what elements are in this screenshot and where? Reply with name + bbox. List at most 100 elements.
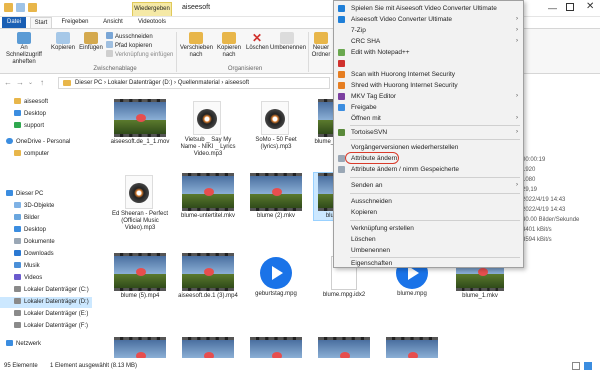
submenu-arrow-icon: ›	[516, 93, 518, 99]
menu-item-7zip[interactable]: 7-Zip ›	[334, 25, 523, 36]
menu-item-cut[interactable]: Ausschneiden	[334, 196, 523, 207]
tab-freigeben[interactable]: Freigeben	[58, 17, 92, 28]
nav-item-drive-e[interactable]: Lokaler Datenträger (E:)	[0, 309, 92, 320]
aiseesoft-icon	[338, 5, 345, 12]
forward-arrow-icon[interactable]: →	[16, 78, 24, 88]
nav-item-videos[interactable]: Videos	[0, 273, 92, 284]
menu-item-change-attributes-saved[interactable]: Attribute ändern / nimm Gespeicherte	[334, 164, 523, 175]
nav-item-desktop-pc[interactable]: Desktop	[0, 225, 92, 236]
menu-item-properties[interactable]: Eigenschaften	[334, 258, 523, 269]
nav-item-netzwerk[interactable]: Netzwerk	[0, 339, 92, 350]
rename-button[interactable]: Umbenennen	[270, 32, 306, 52]
detail-bitrate: 3401 kBit/s	[522, 227, 552, 233]
paste-button[interactable]: Einfügen	[78, 32, 104, 52]
back-arrow-icon[interactable]: ←	[4, 78, 12, 88]
selection-info: 1 Element ausgewählt (8.13 MB)	[50, 363, 138, 369]
download-icon	[14, 250, 21, 256]
copy-path-label: Pfad kopieren	[115, 43, 153, 49]
file-tile[interactable]	[246, 337, 306, 358]
new-folder-button[interactable]: Neuer Ordner	[310, 32, 332, 59]
video-thumbnail	[386, 337, 438, 358]
new-folder-icon[interactable]	[28, 3, 37, 12]
file-tile[interactable]	[382, 337, 442, 358]
nav-item-3d-objekte[interactable]: 3D-Objekte	[0, 201, 92, 212]
nav-item-aiseesoft[interactable]: aiseesoft	[0, 97, 92, 108]
menu-item-tortoisesvn[interactable]: TortoiseSVN ›	[334, 127, 523, 138]
copy-to-button[interactable]: Kopieren nach	[214, 32, 244, 59]
nav-item-drive-f[interactable]: Lokaler Datenträger (F:)	[0, 321, 92, 332]
file-tile[interactable]: aiseesoft.de_1_1.mov	[110, 99, 170, 146]
nav-item-bilder[interactable]: Bilder	[0, 213, 92, 224]
video-thumbnail	[182, 337, 234, 358]
file-tile[interactable]: blume (2).mkv	[246, 173, 306, 220]
minimize-icon[interactable]: —	[548, 3, 557, 13]
file-tile[interactable]: SoMo - 50 Feet (lyrics).mp3	[246, 99, 306, 151]
nav-item-onedrive[interactable]: OneDrive - Personal	[0, 137, 92, 148]
file-tile[interactable]	[178, 337, 238, 358]
menu-item-notepad[interactable]: Edit with Notepad++	[334, 47, 523, 58]
menu-item-copy[interactable]: Kopieren	[334, 207, 523, 218]
menu-item-mkv-tag-editor[interactable]: MKV Tag Editor ›	[334, 91, 523, 102]
file-name: blume_1.mkv	[462, 293, 498, 299]
nav-item-drive-c[interactable]: Lokaler Datenträger (C:)	[0, 285, 92, 296]
large-icons-view-icon[interactable]	[584, 362, 592, 370]
file-tile[interactable]: aiseesoft.de.1 (3).mp4	[178, 253, 238, 300]
tab-ansicht[interactable]: Ansicht	[98, 17, 128, 28]
delete-x-icon: ✕	[251, 31, 263, 45]
nav-item-computer[interactable]: computer	[0, 149, 92, 160]
menu-item-blurred[interactable]	[334, 58, 523, 69]
menu-item-crc-sha[interactable]: CRC SHA ›	[334, 36, 523, 47]
nav-item-dieser-pc[interactable]: Dieser PC	[0, 189, 92, 200]
file-tile[interactable]: blume-untertitel.mkv	[178, 173, 238, 220]
menu-item-freigabe[interactable]: Freigabe	[334, 102, 523, 113]
tab-videotools[interactable]: Videotools	[134, 17, 170, 28]
pc-icon	[6, 190, 13, 196]
details-view-icon[interactable]	[572, 362, 580, 370]
tab-start[interactable]: Start	[30, 17, 52, 28]
copy-label: Kopieren	[50, 45, 76, 51]
move-to-button[interactable]: Verschieben nach	[180, 32, 213, 59]
menu-item-play-aiseesoft[interactable]: Spielen Sie mit Aiseesoft Video Converte…	[334, 3, 523, 14]
file-tile[interactable]	[110, 337, 170, 358]
file-tile[interactable]: Vietsub _ Say My Name - NIKI _ Lyrics Vi…	[178, 99, 238, 158]
pin-quick-access-button[interactable]: An Schnellzugriff anheften	[2, 32, 46, 66]
nav-item-drive-d[interactable]: Lokaler Datenträger (D:)	[0, 297, 92, 308]
file-name: Ed Sheeran - Perfect (Official Music Vid…	[111, 211, 169, 231]
file-tile[interactable]: blume (5).mp4	[110, 253, 170, 300]
nav-item-dokumente[interactable]: Dokumente	[0, 237, 92, 248]
menu-item-shred-huorong[interactable]: Shred with Huorong Internet Security	[334, 80, 523, 91]
file-tile[interactable]: geburtstag.mpg	[246, 253, 306, 298]
menu-item-delete[interactable]: Löschen	[334, 234, 523, 245]
video-icon	[14, 274, 21, 280]
menu-item-create-shortcut[interactable]: Verknüpfung erstellen	[334, 223, 523, 234]
video-thumbnail	[114, 253, 166, 291]
menu-item-rename[interactable]: Umbenennen	[334, 245, 523, 256]
submenu-arrow-icon: ›	[516, 182, 518, 188]
nav-item-musik[interactable]: Musik	[0, 261, 92, 272]
nav-item-desktop[interactable]: Desktop	[0, 109, 92, 120]
menu-item-scan-huorong[interactable]: Scan with Huorong Internet Security	[334, 69, 523, 80]
file-tile[interactable]	[314, 337, 374, 358]
drive-icon	[14, 322, 21, 328]
address-input[interactable]: Dieser PC › Lokaler Datenträger (D:) › Q…	[58, 77, 330, 89]
copy-button[interactable]: Kopieren	[50, 32, 76, 52]
nav-item-support[interactable]: support	[0, 121, 92, 132]
menu-item-aiseesoft-converter[interactable]: Aiseesoft Video Converter Ultimate ›	[334, 14, 523, 25]
maximize-icon[interactable]	[566, 3, 574, 11]
properties-icon[interactable]	[16, 3, 25, 12]
menu-item-send-to[interactable]: Senden an ›	[334, 180, 523, 191]
tab-datei[interactable]: Datei	[2, 17, 26, 28]
documents-icon	[14, 238, 21, 244]
nav-item-downloads[interactable]: Downloads	[0, 249, 92, 260]
menu-item-open-with[interactable]: Öffnen mit ›	[334, 113, 523, 124]
menu-separator	[350, 125, 520, 126]
video-thumbnail	[250, 173, 302, 211]
close-icon[interactable]: ✕	[586, 1, 594, 12]
chevron-down-icon[interactable]: ⌄	[28, 78, 33, 88]
drive-icon	[14, 310, 21, 316]
up-arrow-icon[interactable]: ↑	[40, 78, 44, 88]
delete-button[interactable]: ✕ Löschen	[246, 31, 269, 52]
paste-shortcut-button[interactable]: Verknüpfung einfügen	[106, 50, 173, 60]
group-divider	[176, 32, 177, 72]
file-tile[interactable]: Ed Sheeran - Perfect (Official Music Vid…	[110, 173, 170, 232]
